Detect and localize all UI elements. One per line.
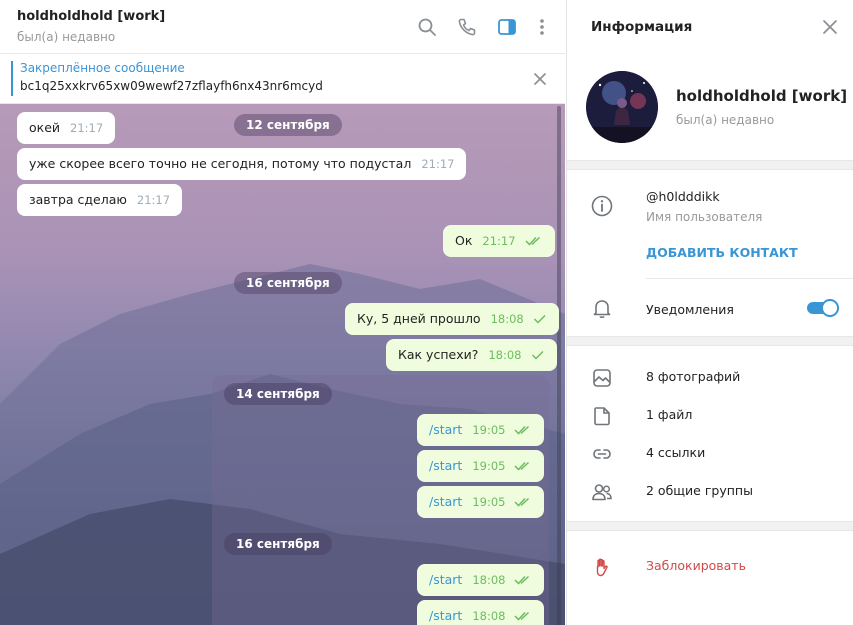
message-time: 18:08 <box>490 312 524 326</box>
message-out[interactable]: /start 19:05 <box>417 414 545 446</box>
message-out[interactable]: /start 18:08 <box>417 564 545 596</box>
message-time: 21:17 <box>70 121 104 135</box>
media-row-groups[interactable]: 2 общие группы <box>567 473 853 511</box>
date-separator: 12 сентября <box>234 114 342 136</box>
message-in[interactable]: уже скорее всего точно не сегодня, потом… <box>17 148 467 180</box>
message-text: Ку, 5 дней прошло <box>357 311 481 326</box>
close-icon[interactable] <box>529 68 551 90</box>
chat-header[interactable]: holdholdhold [work] был(а) недавно <box>0 0 565 54</box>
file-icon <box>591 405 613 427</box>
date-separator: 16 сентября <box>234 272 342 294</box>
message-time: 21:17 <box>482 234 516 248</box>
message-list[interactable]: окей 21:17 12 сентября уже скорее всего т… <box>0 104 565 625</box>
group-icon <box>591 481 613 503</box>
phone-icon[interactable] <box>454 14 480 40</box>
media-row-label: 4 ссылки <box>646 445 706 460</box>
message-out[interactable]: Как успехи? 18:08 <box>386 339 557 371</box>
chat-title[interactable]: holdholdhold [work] <box>17 9 165 24</box>
chat-status: был(а) недавно <box>17 30 116 44</box>
avatar[interactable] <box>586 71 658 143</box>
hand-stop-icon <box>591 556 613 578</box>
message-in[interactable]: окей 21:17 <box>17 112 116 144</box>
notifications-label: Уведомления <box>646 302 734 317</box>
command-link[interactable]: /start <box>429 494 462 509</box>
pinned-title: Закреплённое сообщение <box>20 61 185 75</box>
pinned-text: bc1q25xxkrv65xw09wewf27zflayfh6nx43nr6mc… <box>20 79 323 93</box>
message-out[interactable]: Ку, 5 дней прошло 18:08 <box>345 303 559 335</box>
double-check-icon <box>525 236 540 246</box>
message-time: 21:17 <box>136 193 171 207</box>
profile-status: был(а) недавно <box>676 113 775 127</box>
media-row-label: 8 фотографий <box>646 369 741 384</box>
media-row-links[interactable]: 4 ссылки <box>567 435 853 473</box>
message-time: 19:05 <box>472 459 506 473</box>
search-icon[interactable] <box>414 14 440 40</box>
notifications-toggle[interactable] <box>807 299 839 317</box>
photo-icon <box>591 367 613 389</box>
media-row-label: 1 файл <box>646 407 693 422</box>
media-row-photos[interactable]: 8 фотографий <box>567 359 853 397</box>
pinned-message[interactable]: Закреплённое сообщение bc1q25xxkrv65xw09… <box>0 54 565 104</box>
double-check-icon <box>514 575 530 585</box>
command-link[interactable]: /start <box>429 608 462 623</box>
block-user-label: Заблокировать <box>646 558 746 573</box>
double-check-icon <box>514 461 530 471</box>
scrollbar[interactable] <box>557 106 561 625</box>
info-panel: Информация holdholdhold [work] был(а) не… <box>566 0 853 625</box>
message-text: окей <box>29 120 61 135</box>
message-text: завтра сделаю <box>29 192 127 207</box>
message-time: 21:17 <box>421 157 455 171</box>
message-text: Как успехи? <box>398 347 479 362</box>
message-in[interactable]: завтра сделаю 21:17 <box>17 184 183 216</box>
media-row-files[interactable]: 1 файл <box>567 397 853 435</box>
message-out[interactable]: Ок 21:17 <box>443 225 555 257</box>
message-time: 19:05 <box>472 495 506 509</box>
section-divider <box>567 336 853 346</box>
message-text: уже скорее всего точно не сегодня, потом… <box>29 156 412 171</box>
message-out[interactable]: /start 19:05 <box>417 486 545 518</box>
message-out[interactable]: /start 19:05 <box>417 450 545 482</box>
add-contact-button[interactable]: ДОБАВИТЬ КОНТАКТ <box>646 245 798 260</box>
message-out[interactable]: /start 18:08 <box>417 600 545 625</box>
more-vert-icon[interactable] <box>529 14 555 40</box>
date-separator: 16 сентября <box>224 533 332 555</box>
row-divider <box>646 278 853 279</box>
block-user-button[interactable]: Заблокировать <box>567 548 853 586</box>
media-row-label: 2 общие группы <box>646 483 753 498</box>
double-check-icon <box>514 425 530 435</box>
message-text: Ок <box>455 233 473 248</box>
section-divider <box>567 521 853 531</box>
info-panel-title: Информация <box>591 19 693 35</box>
close-icon[interactable] <box>819 16 841 38</box>
section-divider <box>567 160 853 170</box>
info-icon <box>591 195 613 217</box>
username-label: Имя пользователя <box>646 210 763 224</box>
command-link[interactable]: /start <box>429 458 462 473</box>
command-link[interactable]: /start <box>429 422 462 437</box>
username-value[interactable]: @h0ldddikk <box>646 189 720 204</box>
double-check-icon <box>514 497 530 507</box>
avatar-image <box>586 71 658 143</box>
date-separator: 14 сентября <box>224 383 332 405</box>
chat-pane: holdholdhold [work] был(а) недавно Закре… <box>0 0 565 625</box>
toggle-knob <box>821 299 839 317</box>
bell-icon <box>591 297 613 319</box>
profile-name: holdholdhold [work] <box>676 87 848 105</box>
message-time: 18:08 <box>472 609 506 623</box>
message-time: 19:05 <box>472 423 506 437</box>
link-icon <box>591 443 613 465</box>
check-icon <box>533 314 546 324</box>
double-check-icon <box>514 611 530 621</box>
pinned-accent-bar <box>11 61 13 96</box>
sidebar-toggle-icon[interactable] <box>494 14 520 40</box>
forwarded-messages[interactable]: 14 сентября /start 19:05 /start 19:05 /sta… <box>212 375 549 625</box>
message-time: 18:08 <box>472 573 506 587</box>
command-link[interactable]: /start <box>429 572 462 587</box>
check-icon <box>531 350 544 360</box>
message-time: 18:08 <box>488 348 522 362</box>
